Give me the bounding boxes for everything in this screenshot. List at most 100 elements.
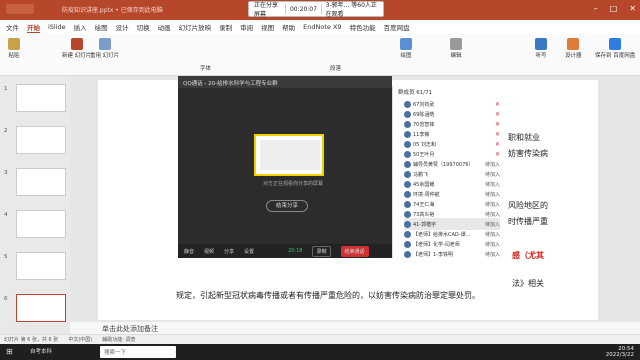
- muted-mic-icon: ✕: [494, 130, 500, 138]
- avatar: [404, 150, 411, 158]
- muted-mic-icon: ✕: [494, 140, 500, 148]
- tab-9[interactable]: 录制: [219, 22, 232, 32]
- taskbar: ⊞ 自考本科 搜索一下 20:54 2022/3/22: [0, 344, 640, 360]
- avatar: [404, 130, 411, 138]
- autosave-toggle[interactable]: [6, 4, 34, 14]
- end-share-button[interactable]: 结束分享: [266, 200, 308, 212]
- record-button[interactable]: 录制: [312, 245, 331, 257]
- slide-text: 风险地区的: [508, 201, 548, 210]
- member-name: 【老师】给排水CAD-谭...: [413, 231, 471, 238]
- avatar: [404, 250, 411, 258]
- preview-image: [260, 140, 320, 170]
- avatar: [404, 220, 411, 228]
- system-clock[interactable]: 20:54 2022/3/22: [606, 346, 634, 358]
- tab-11[interactable]: 视图: [261, 22, 274, 32]
- member-name: 【老师】1-李铁明: [413, 251, 453, 258]
- member-status: 待加入: [484, 221, 500, 228]
- tab-14[interactable]: 特色功能: [350, 22, 376, 32]
- new-slide-button[interactable]: 新建 幻灯片: [62, 38, 91, 59]
- minimize-icon[interactable]: –: [594, 4, 598, 13]
- tab-3[interactable]: 插入: [74, 22, 87, 32]
- close-icon[interactable]: ✕: [629, 4, 636, 13]
- reuse-slides-button[interactable]: 重用 幻灯片: [90, 38, 119, 59]
- share-icon[interactable]: 分享: [224, 248, 234, 255]
- slide-thumbnail[interactable]: [16, 126, 66, 154]
- slide-number: 6: [4, 296, 8, 302]
- end-call-button[interactable]: 结束通话: [340, 245, 369, 257]
- tab-0[interactable]: 文件: [6, 22, 19, 32]
- paragraph-group-label: 段落: [330, 66, 342, 72]
- slide-thumbnail[interactable]: [16, 168, 66, 196]
- tab-15[interactable]: 百度网盘: [384, 22, 410, 32]
- slide-thumbnail[interactable]: [16, 210, 66, 238]
- tab-4[interactable]: 绘图: [95, 22, 108, 32]
- paste-button[interactable]: 粘贴: [8, 38, 20, 59]
- settings-icon[interactable]: 设置: [244, 248, 254, 255]
- new-slide-icon: [70, 38, 83, 50]
- font-group-label: 字体: [200, 66, 212, 72]
- member-row[interactable]: 【老师】1-李铁明 待加入: [404, 248, 500, 260]
- tab-12[interactable]: 帮助: [282, 22, 295, 32]
- screen-share-bar[interactable]: 正在分享屏幕 00:20:07 3-郭年... 等60人正在观看: [248, 1, 384, 18]
- taskbar-search[interactable]: 搜索一下: [100, 346, 176, 358]
- avatar: [404, 210, 411, 218]
- title-bar: 防疫知识讲座.pptx • 已保存到此电脑 正在分享屏幕 00:20:07 3-…: [0, 0, 640, 20]
- slide-text: 法》相关: [512, 279, 544, 288]
- avatar: [404, 200, 411, 208]
- video-icon[interactable]: 视频: [204, 248, 214, 255]
- member-status: 待加入: [484, 181, 500, 188]
- designer-icon: [567, 38, 580, 50]
- slide-thumbnail[interactable]: [16, 252, 66, 280]
- member-name: 69陈涵皓: [413, 111, 435, 118]
- start-icon[interactable]: ⊞: [6, 347, 13, 356]
- dictation-button[interactable]: 听写: [535, 38, 547, 59]
- slide-number: 4: [4, 212, 8, 218]
- edit-button[interactable]: 编辑: [450, 38, 462, 59]
- slide-text: 职和就业: [508, 133, 540, 142]
- member-name: 11李薇: [413, 131, 430, 138]
- slides-panel: 1 2 3 4 5 6: [0, 76, 70, 334]
- slide-text: 妨害传染病: [508, 149, 548, 158]
- language-indicator[interactable]: 中文(中国): [68, 336, 92, 343]
- avatar: [404, 160, 411, 168]
- avatar: [404, 180, 411, 188]
- slide-counter: 幻灯片 第 6 张，共 6 张: [4, 337, 59, 343]
- tab-5[interactable]: 设计: [116, 22, 129, 32]
- slide-text: 规定，引起新型冠状病毒传播或者有传播严重危险的，以妨害传染病防治罪定罪处罚。: [176, 291, 480, 300]
- slide-thumbnail[interactable]: [16, 84, 66, 112]
- avatar: [404, 120, 411, 128]
- tab-1[interactable]: 开始: [27, 22, 40, 33]
- designer-button[interactable]: 设计器: [565, 38, 582, 59]
- slide-thumbnail[interactable]: [16, 294, 66, 322]
- tab-10[interactable]: 审阅: [240, 22, 253, 32]
- member-status: 待加入: [484, 231, 500, 238]
- mute-icon[interactable]: 静音: [184, 248, 194, 255]
- member-status: 待加入: [484, 251, 500, 258]
- member-status: 待加入: [484, 211, 500, 218]
- clipboard-icon: [8, 38, 20, 50]
- slide-number: 5: [4, 254, 8, 260]
- reuse-icon: [98, 38, 111, 50]
- taskbar-app[interactable]: 自考本科: [30, 347, 52, 355]
- tab-7[interactable]: 动画: [158, 22, 171, 32]
- muted-mic-icon: ✕: [494, 150, 500, 158]
- accessibility-status[interactable]: 辅助功能: 调查: [102, 336, 135, 343]
- maximize-icon[interactable]: □: [610, 4, 618, 13]
- share-status: 正在分享屏幕: [254, 2, 279, 18]
- drawing-button[interactable]: 绘图: [400, 38, 412, 59]
- tab-13[interactable]: EndNote X9: [303, 23, 341, 31]
- tab-2[interactable]: iSlide: [48, 23, 66, 31]
- avatar: [404, 240, 411, 248]
- avatar: [404, 110, 411, 118]
- baidu-save-button[interactable]: 保存到 百度网盘: [595, 38, 635, 59]
- member-status: 待加入: [484, 171, 500, 178]
- member-name: 【老师】化学-闫老师: [413, 241, 460, 248]
- call-timer: 20:18: [288, 248, 303, 254]
- member-status: 待加入: [484, 191, 500, 198]
- member-name: 辅导员黄赞（19970076）: [413, 161, 474, 168]
- share-hint: 对方正在观看你分享的屏幕: [262, 181, 323, 187]
- cloud-icon: [609, 38, 622, 50]
- tab-8[interactable]: 幻灯片放映: [179, 22, 212, 32]
- tab-6[interactable]: 切换: [137, 22, 150, 32]
- member-name: 05 刘志和: [413, 141, 436, 148]
